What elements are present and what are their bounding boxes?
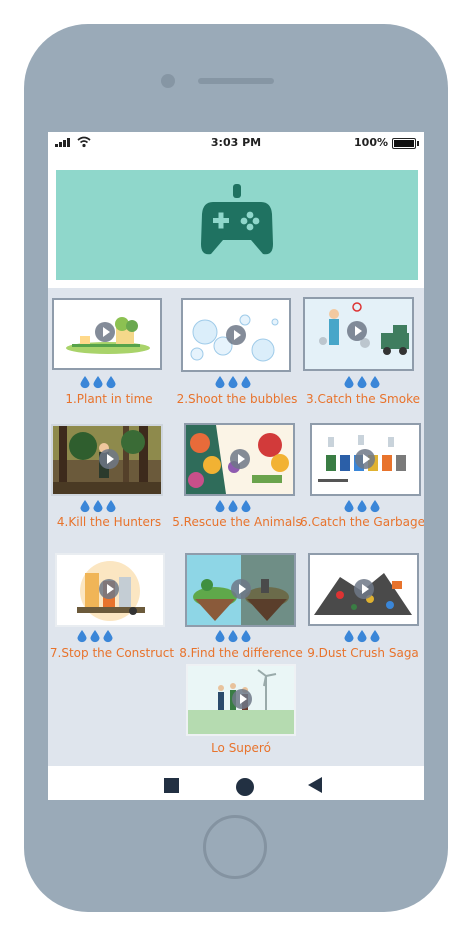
game-thumbnail[interactable] — [52, 298, 162, 370]
drop-icon — [93, 376, 103, 389]
rating-drops — [77, 630, 113, 644]
camera-icon — [161, 74, 175, 88]
header — [48, 154, 424, 288]
play-icon[interactable] — [230, 449, 250, 469]
game-label[interactable]: 8.Find the difference — [176, 646, 306, 660]
drop-icon — [241, 376, 251, 389]
drop-icon — [93, 500, 103, 513]
rating-drops — [344, 630, 380, 644]
game-label[interactable]: 6.Catch the Garbage — [300, 515, 424, 529]
drop-icon — [80, 376, 90, 389]
rating-drops — [215, 500, 251, 514]
drop-icon — [370, 500, 380, 513]
rating-drops — [215, 630, 251, 644]
game-label[interactable]: 5.Rescue the Animals — [170, 515, 304, 529]
drop-icon — [228, 630, 238, 643]
android-nav-bar — [48, 766, 424, 800]
drop-icon — [103, 630, 113, 643]
play-icon[interactable] — [231, 579, 251, 599]
rating-drops — [80, 376, 116, 390]
game-label[interactable]: 7.Stop the Construct — [48, 646, 176, 660]
game-label[interactable]: Lo Superó — [186, 741, 296, 755]
game-thumbnail[interactable] — [184, 423, 295, 496]
drop-icon — [344, 630, 354, 643]
status-bar: 3:03 PM 100% — [48, 132, 424, 154]
game-thumbnail[interactable] — [308, 553, 419, 626]
drop-icon — [106, 500, 116, 513]
drop-icon — [370, 376, 380, 389]
game-label[interactable]: 2.Shoot the bubbles — [174, 392, 300, 406]
drop-icon — [357, 630, 367, 643]
game-label[interactable]: 4.Kill the Hunters — [48, 515, 170, 529]
play-icon[interactable] — [95, 322, 115, 342]
drop-icon — [241, 630, 251, 643]
drop-icon — [106, 376, 116, 389]
game-thumbnail[interactable] — [181, 298, 291, 372]
rating-drops — [344, 376, 380, 390]
drop-icon — [370, 630, 380, 643]
drop-icon — [77, 630, 87, 643]
game-thumbnail[interactable] — [310, 423, 421, 496]
drop-icon — [344, 376, 354, 389]
drop-icon — [215, 500, 225, 513]
rating-drops — [215, 376, 251, 390]
rating-drops — [344, 500, 380, 514]
gamepad-icon — [201, 184, 273, 255]
play-icon[interactable] — [99, 449, 119, 469]
game-thumbnail[interactable] — [55, 553, 165, 627]
circle-icon[interactable] — [236, 778, 254, 796]
game-grid: 1.Plant in time 2.Shoot the bubbles 3.Ca… — [48, 288, 424, 766]
play-icon[interactable] — [226, 325, 246, 345]
drop-icon — [215, 376, 225, 389]
drop-icon — [228, 500, 238, 513]
drop-icon — [357, 376, 367, 389]
game-label[interactable]: 1.Plant in time — [48, 392, 170, 406]
speaker-grille — [198, 78, 274, 84]
drop-icon — [241, 500, 251, 513]
game-thumbnail[interactable] — [303, 297, 414, 371]
drop-icon — [80, 500, 90, 513]
game-label[interactable]: 9.Dust Crush Saga — [304, 646, 422, 660]
game-label[interactable]: 3.Catch the Smoke — [304, 392, 422, 406]
drop-icon — [215, 630, 225, 643]
game-thumbnail[interactable] — [51, 424, 163, 496]
home-button[interactable] — [203, 815, 267, 879]
play-icon[interactable] — [354, 579, 374, 599]
play-icon[interactable] — [355, 449, 375, 469]
back-triangle-icon[interactable] — [308, 777, 322, 793]
screen: 3:03 PM 100% 1.Plant in time 2.Shoot the… — [48, 132, 424, 800]
play-icon[interactable] — [232, 689, 252, 709]
battery-icon — [392, 138, 419, 149]
drop-icon — [90, 630, 100, 643]
drop-icon — [228, 376, 238, 389]
square-icon[interactable] — [164, 778, 179, 793]
play-icon[interactable] — [347, 321, 367, 341]
rating-drops — [80, 500, 116, 514]
drop-icon — [357, 500, 367, 513]
battery-percent: 100% — [354, 136, 388, 149]
play-icon[interactable] — [99, 579, 119, 599]
game-thumbnail[interactable] — [185, 553, 296, 627]
game-banner — [56, 170, 418, 280]
game-thumbnail[interactable] — [186, 664, 296, 736]
drop-icon — [344, 500, 354, 513]
